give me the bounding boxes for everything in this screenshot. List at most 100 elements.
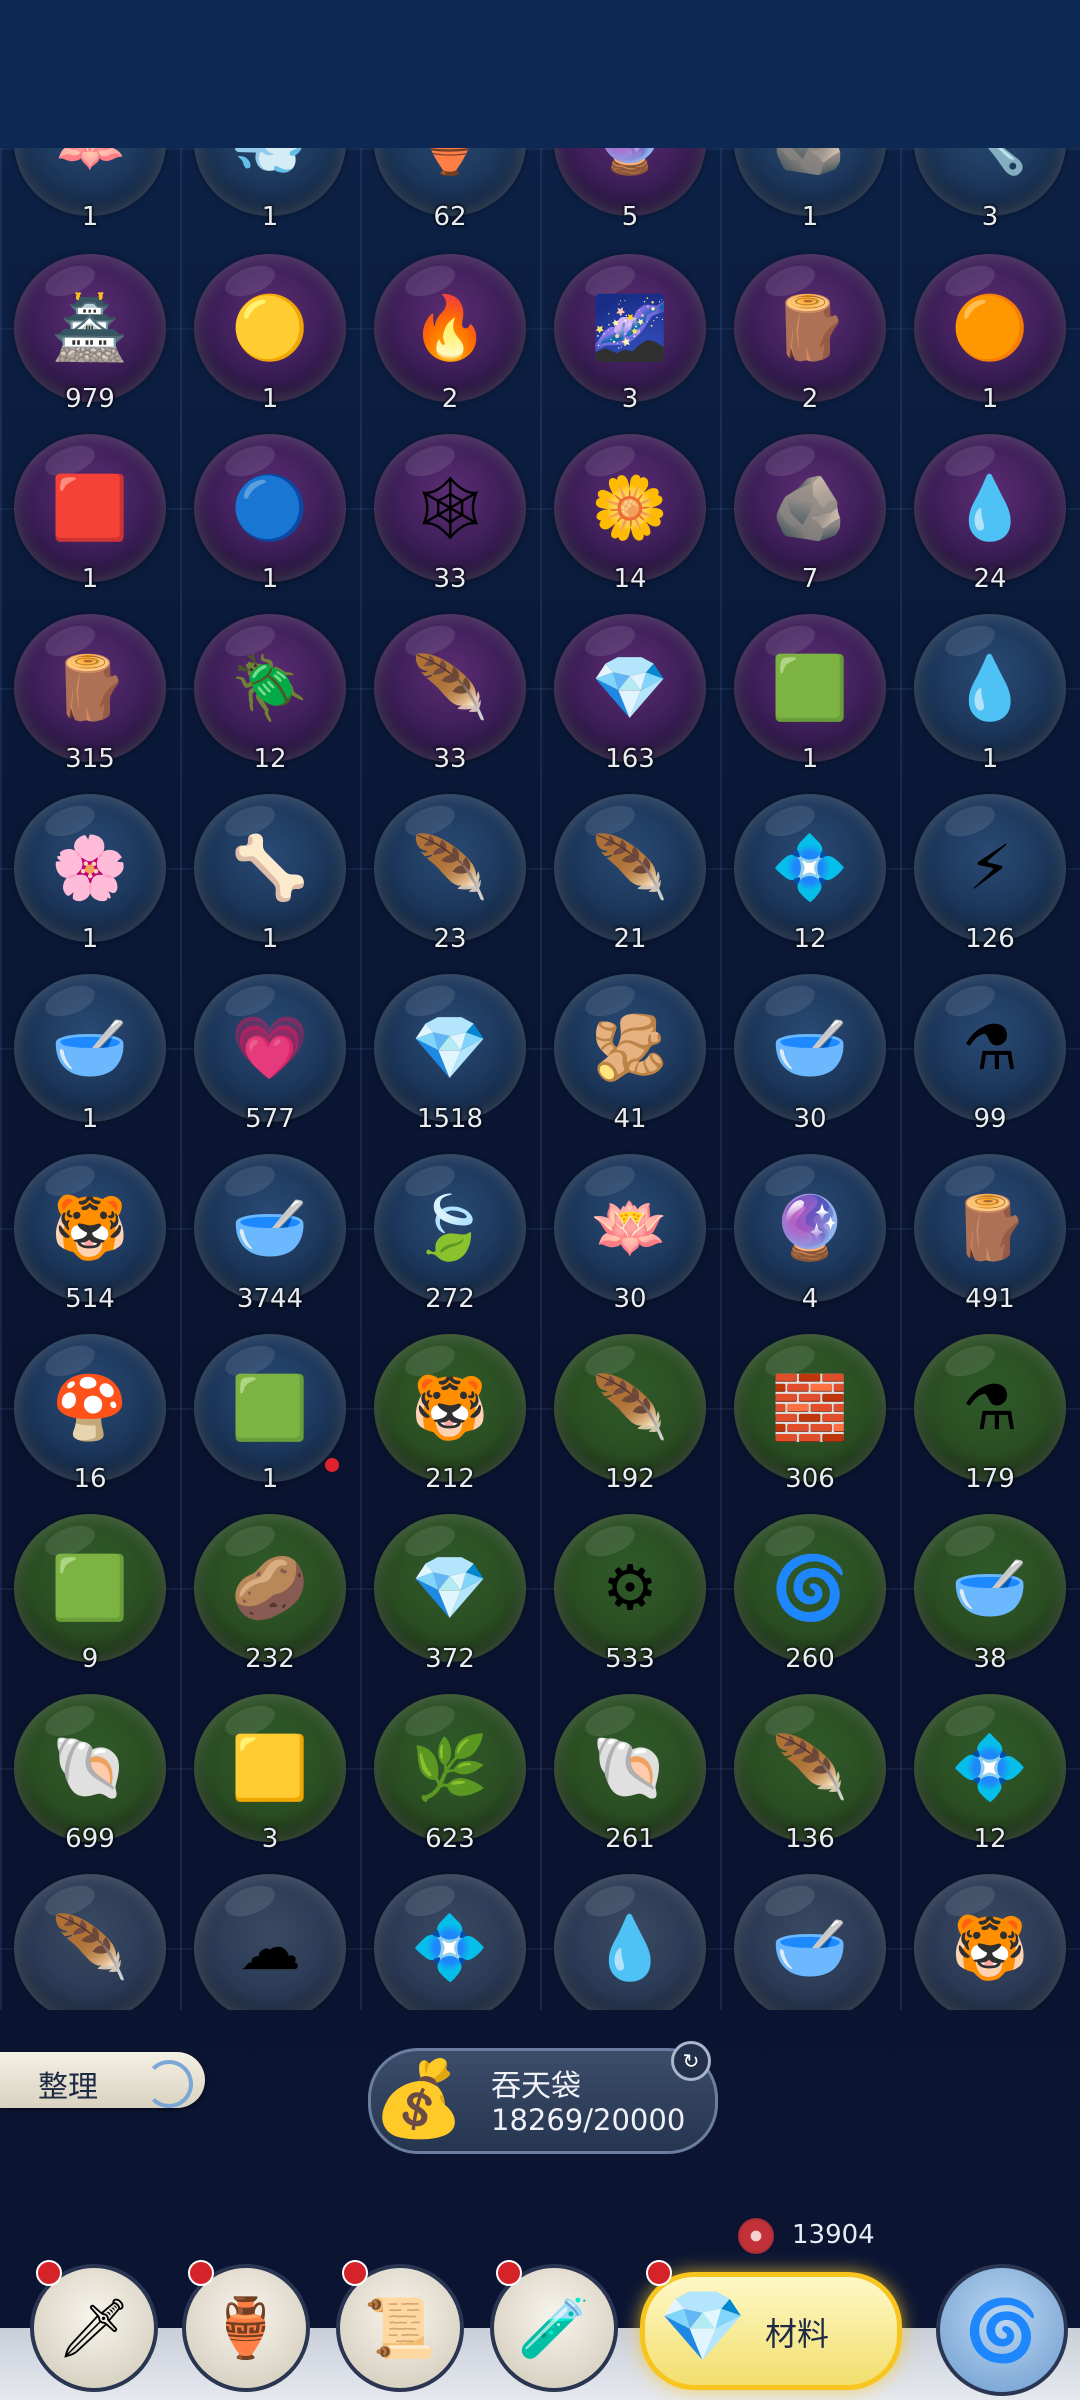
inventory-item[interactable]: 🥣: [720, 1868, 900, 2010]
item-count: 212: [425, 1464, 475, 1494]
notification-dot: [36, 2260, 62, 2286]
inventory-item[interactable]: 🥔 232: [180, 1508, 360, 1688]
money-bag-icon: 💰: [372, 2055, 466, 2142]
ginseng-root-icon: 🫚: [591, 1011, 669, 1084]
inventory-item[interactable]: 🪨 7: [720, 428, 900, 608]
lightning-bamboo-icon: ⚡: [968, 831, 1012, 904]
item-count: 1: [81, 1104, 99, 1134]
inventory-item[interactable]: 🪵 315: [0, 608, 180, 788]
inventory-item[interactable]: 💗 577: [180, 968, 360, 1148]
inventory-item[interactable]: 🐯 212: [360, 1328, 540, 1508]
inventory-item[interactable]: 🟡 1: [180, 248, 360, 428]
sprouting-log-icon: 🪵: [771, 291, 849, 364]
inventory-item[interactable]: 🪵 491: [900, 1148, 1080, 1328]
inventory-item[interactable]: 🦴 1: [180, 788, 360, 968]
inventory-item[interactable]: 💧 24: [900, 428, 1080, 608]
elixir-flask-icon: ⚗: [962, 1011, 1018, 1084]
inventory-item[interactable]: 🌀 260: [720, 1508, 900, 1688]
inventory-item[interactable]: 💠 12: [720, 788, 900, 968]
inventory-item[interactable]: ⚗ 179: [900, 1328, 1080, 1508]
inventory-item[interactable]: 🪶 21: [540, 788, 720, 968]
item-count: 372: [425, 1644, 475, 1674]
dark-amethyst-icon: 🔮: [771, 1191, 849, 1264]
inventory-item[interactable]: 💎 372: [360, 1508, 540, 1688]
inventory-item[interactable]: 🏯 979: [0, 248, 180, 428]
tiger-pelt-icon: 🐯: [51, 1191, 129, 1264]
item-count: 514: [65, 1284, 115, 1314]
inventory-item[interactable]: 🔵 1: [180, 428, 360, 608]
inventory-item[interactable]: 💧: [540, 1868, 720, 2010]
inventory-item[interactable]: ☁: [180, 1868, 360, 2010]
inventory-item[interactable]: 💎 163: [540, 608, 720, 788]
inventory-item[interactable]: 🟩 9: [0, 1508, 180, 1688]
inventory-item[interactable]: 🟥 1: [0, 428, 180, 608]
item-count: 38: [973, 1644, 1007, 1674]
inventory-item[interactable]: 🪶: [0, 1868, 180, 2010]
notification-dot: [496, 2260, 522, 2286]
item-count: 979: [65, 384, 115, 414]
inventory-item[interactable]: 🥣 1: [0, 968, 180, 1148]
inventory-item[interactable]: ⚙ 533: [540, 1508, 720, 1688]
inventory-item[interactable]: 🥣 3744: [180, 1148, 360, 1328]
inventory-item[interactable]: 💠 12: [900, 1688, 1080, 1868]
inventory-item[interactable]: 🪶 33: [360, 608, 540, 788]
inventory-item[interactable]: 🪵 2: [720, 248, 900, 428]
item-count: 12: [793, 924, 827, 954]
pagoda-box-icon: 🏯: [51, 291, 129, 364]
golden-feather-icon: 🪶: [591, 1371, 669, 1444]
item-count: 163: [605, 744, 655, 774]
item-count: 30: [613, 1284, 647, 1314]
inventory-item[interactable]: ⚗ 99: [900, 968, 1080, 1148]
sort-button[interactable]: 整理: [0, 2052, 205, 2108]
inventory-item[interactable]: 🔥 2: [360, 248, 540, 428]
inventory-item[interactable]: 💎 1518: [360, 968, 540, 1148]
inventory-item[interactable]: 💠: [360, 1868, 540, 2010]
inventory-item[interactable]: 🪶 136: [720, 1688, 900, 1868]
inventory-item[interactable]: 🪲 12: [180, 608, 360, 788]
inventory-item[interactable]: 🪶 192: [540, 1328, 720, 1508]
inventory-item[interactable]: 🥣 38: [900, 1508, 1080, 1688]
gold-nugget-icon: 🟨: [231, 1731, 309, 1804]
item-count: 5: [621, 202, 639, 232]
inventory-item[interactable]: 🕸 33: [360, 428, 540, 608]
red-wax-icon: 🧱: [771, 1371, 849, 1444]
sprouting-log-icon: 🪵: [951, 1191, 1029, 1264]
quartz-crystal-icon: 💠: [771, 831, 849, 904]
item-count: 41: [613, 1104, 647, 1134]
inventory-item[interactable]: 🪶 23: [360, 788, 540, 968]
inventory-item[interactable]: 🪷 30: [540, 1148, 720, 1328]
inventory-item[interactable]: 🟩 1: [720, 608, 900, 788]
cloud-eggs-icon: ☁: [239, 1911, 301, 1984]
inventory-item[interactable]: 🟠 1: [900, 248, 1080, 428]
inventory-item[interactable]: 🌸 1: [0, 788, 180, 968]
inventory-item[interactable]: 💧 1: [900, 608, 1080, 788]
inventory-item[interactable]: 🐚 699: [0, 1688, 180, 1868]
inventory-item[interactable]: 🔮 4: [720, 1148, 900, 1328]
inventory-item[interactable]: 🌼 14: [540, 428, 720, 608]
inventory-item[interactable]: 🥣 30: [720, 968, 900, 1148]
inventory-item[interactable]: 🌌 3: [540, 248, 720, 428]
black-beetle-icon: 🪲: [231, 651, 309, 724]
golden-swirl-icon[interactable]: 🌀: [936, 2264, 1068, 2396]
inventory-item[interactable]: 🍃 272: [360, 1148, 540, 1328]
inventory-item[interactable]: ⚡ 126: [900, 788, 1080, 968]
gray-scale-icon: 🐚: [51, 1731, 129, 1804]
inventory-item[interactable]: 🐯 514: [0, 1148, 180, 1328]
inventory-item[interactable]: 🟩 1: [180, 1328, 360, 1508]
nav-materials-tab[interactable]: 💎 材料: [640, 2272, 902, 2390]
inventory-item[interactable]: 🐯: [900, 1868, 1080, 2010]
inventory-grid[interactable]: 🪷1💨1🏺62🔮5🪨1🔧3🏯979🟡1🔥2🌌3🪵2🟠1🟥1🔵1🕸33🌼14🪨7💧…: [0, 148, 1080, 2010]
refresh-icon[interactable]: ↻: [671, 2041, 711, 2081]
inventory-item[interactable]: 🍄 16: [0, 1328, 180, 1508]
item-count: 533: [605, 1644, 655, 1674]
item-count: 2: [441, 384, 459, 414]
inventory-item[interactable]: 🧱 306: [720, 1328, 900, 1508]
inventory-item[interactable]: 🟨 3: [180, 1688, 360, 1868]
inventory-item[interactable]: 🐚 261: [540, 1688, 720, 1868]
item-count: 14: [613, 564, 647, 594]
inventory-item[interactable]: 🫚 41: [540, 968, 720, 1148]
tiger-pelt-icon: 🐯: [951, 1911, 1029, 1984]
item-count: 1: [81, 202, 99, 232]
inventory-item[interactable]: 🌿 623: [360, 1688, 540, 1868]
bag-capacity-panel[interactable]: 💰 吞天袋 18269/20000 ↻: [368, 2041, 718, 2154]
